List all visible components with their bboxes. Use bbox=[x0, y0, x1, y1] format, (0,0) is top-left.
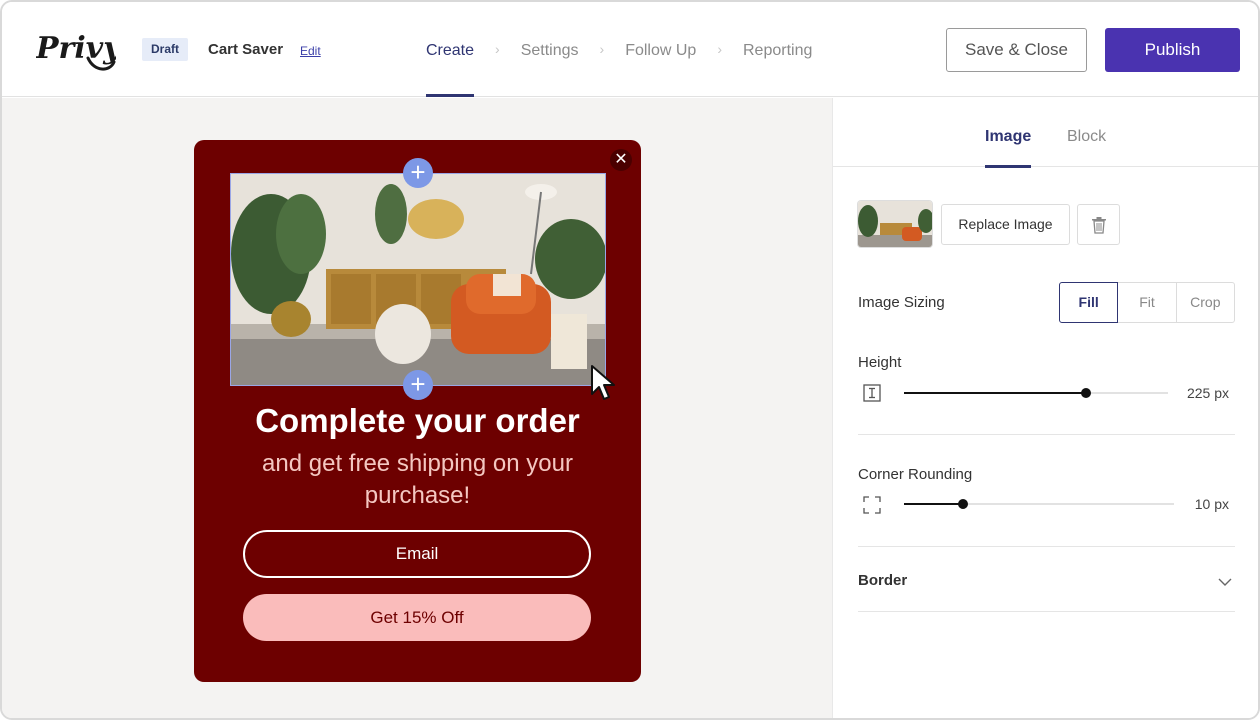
privy-logo-text: Privy bbox=[36, 31, 116, 66]
divider bbox=[858, 611, 1235, 612]
slider-handle[interactable] bbox=[958, 499, 969, 509]
popup-hero-image[interactable] bbox=[230, 173, 606, 386]
text-height-icon bbox=[863, 384, 881, 402]
step-follow-up[interactable]: Follow Up bbox=[625, 2, 696, 97]
chevron-right-icon: › bbox=[599, 41, 605, 57]
divider bbox=[858, 546, 1235, 547]
height-value: 225 px bbox=[1186, 385, 1229, 401]
image-sizing-label: Image Sizing bbox=[858, 294, 945, 311]
delete-image-button[interactable] bbox=[1077, 204, 1120, 245]
email-field[interactable]: Email bbox=[243, 530, 591, 578]
sizing-option-crop[interactable]: Crop bbox=[1175, 282, 1235, 323]
step-navigation: Create › Settings › Follow Up › Reportin… bbox=[426, 2, 812, 97]
top-bar: Privy Draft Cart Saver Edit Create › Set… bbox=[2, 2, 1258, 97]
height-slider[interactable] bbox=[904, 385, 1168, 401]
corner-rounding-slider[interactable] bbox=[904, 496, 1174, 512]
image-sizing-segmented-control: Fill Fit Crop bbox=[1059, 282, 1235, 323]
status-badge: Draft bbox=[142, 38, 189, 61]
popup-title: Complete your order bbox=[255, 402, 580, 439]
sizing-option-fill[interactable]: Fill bbox=[1059, 282, 1119, 323]
editor-canvas: ✕ + + Complete your order and get free s… bbox=[2, 98, 832, 718]
slider-handle[interactable] bbox=[1081, 388, 1092, 398]
slider-fill bbox=[904, 503, 964, 505]
pointer-cursor-icon bbox=[591, 365, 615, 400]
privy-logo: Privy bbox=[36, 31, 116, 71]
image-thumbnail bbox=[857, 200, 933, 248]
save-close-button[interactable]: Save & Close bbox=[946, 28, 1087, 72]
tab-image[interactable]: Image bbox=[985, 98, 1032, 168]
app-window: Privy Draft Cart Saver Edit Create › Set… bbox=[0, 0, 1260, 720]
corner-rounding-value: 10 px bbox=[1194, 496, 1229, 512]
close-icon[interactable]: ✕ bbox=[610, 149, 632, 171]
properties-panel: Image Block Replace Image Image Sizing F… bbox=[832, 98, 1258, 718]
replace-image-button[interactable]: Replace Image bbox=[941, 204, 1070, 245]
trash-icon bbox=[1091, 216, 1106, 234]
slider-fill bbox=[904, 392, 1087, 394]
add-block-below-button[interactable]: + bbox=[403, 370, 433, 400]
divider bbox=[858, 434, 1235, 435]
publish-button[interactable]: Publish bbox=[1105, 28, 1240, 72]
step-settings[interactable]: Settings bbox=[521, 2, 579, 97]
tab-block[interactable]: Block bbox=[1067, 98, 1106, 167]
height-label: Height bbox=[858, 354, 902, 371]
get-discount-button[interactable]: Get 15% Off bbox=[243, 594, 591, 641]
chevron-right-icon: › bbox=[495, 41, 500, 57]
chevron-down-icon[interactable] bbox=[1217, 574, 1233, 590]
corner-rounding-label: Corner Rounding bbox=[858, 466, 973, 483]
step-create[interactable]: Create bbox=[426, 2, 475, 97]
panel-tabs: Image Block bbox=[833, 98, 1258, 168]
add-block-above-button[interactable]: + bbox=[403, 158, 433, 188]
border-section-toggle[interactable]: Border bbox=[858, 572, 907, 589]
popup-preview[interactable]: ✕ + + Complete your order and get free s… bbox=[194, 140, 641, 682]
campaign-name: Cart Saver bbox=[208, 41, 284, 58]
edit-name-link[interactable]: Edit bbox=[300, 44, 321, 58]
popup-subtitle: and get free shipping on your purchase! bbox=[262, 450, 573, 509]
corner-radius-icon bbox=[863, 496, 881, 514]
living-room-image bbox=[231, 174, 605, 385]
sizing-option-fit[interactable]: Fit bbox=[1117, 282, 1177, 323]
chevron-right-icon: › bbox=[717, 41, 722, 57]
step-reporting[interactable]: Reporting bbox=[743, 2, 812, 97]
